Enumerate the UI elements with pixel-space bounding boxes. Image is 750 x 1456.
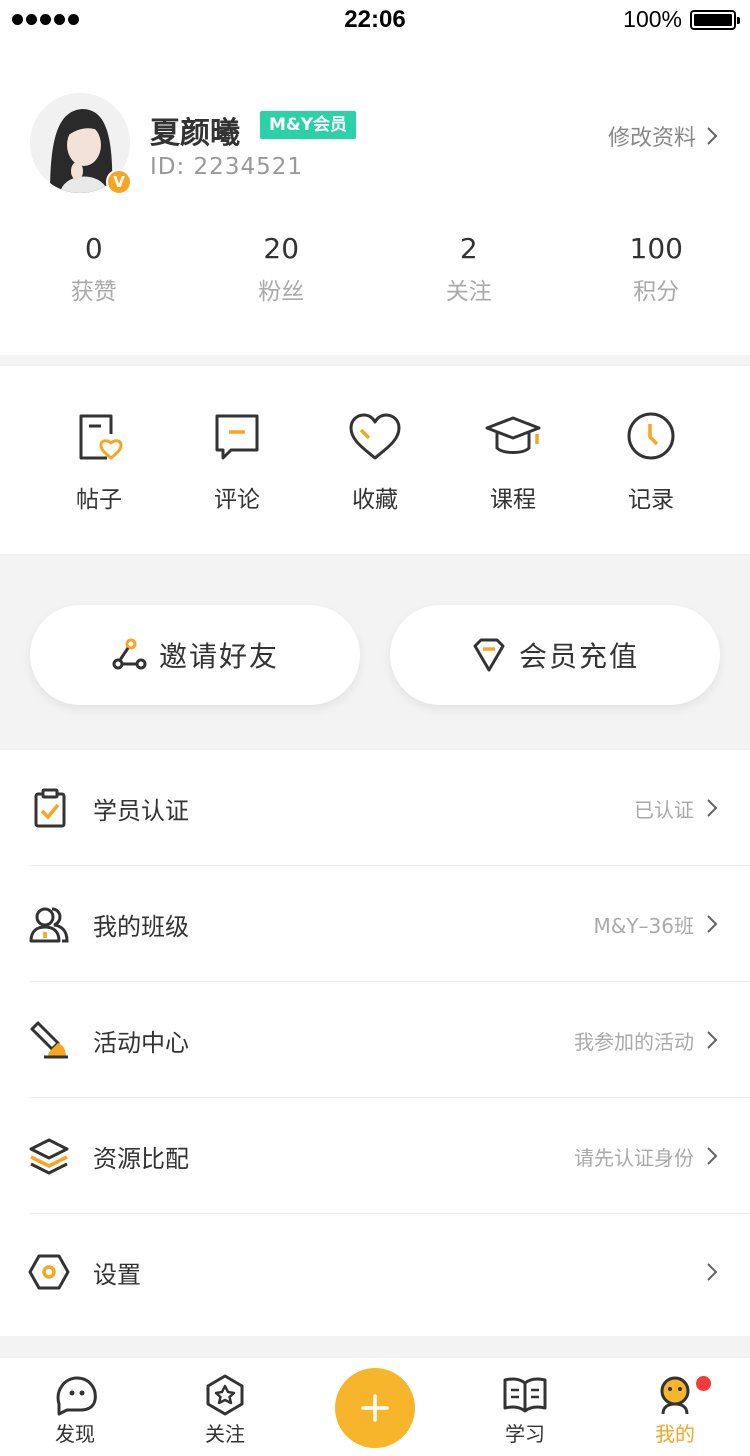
invite-friends-button[interactable]: 邀请好友 xyxy=(30,605,360,705)
avatar[interactable]: V xyxy=(30,93,132,195)
user-id: ID: 2234521 xyxy=(150,154,303,180)
quick-link-history[interactable]: 记录 xyxy=(582,366,720,554)
member-recharge-label: 会员充值 xyxy=(518,640,639,673)
tab-label: 发现 xyxy=(55,1422,95,1446)
menu-item-label: 设置 xyxy=(93,1260,141,1289)
chevron-right-icon xyxy=(707,799,718,817)
tab-label: 关注 xyxy=(205,1422,245,1446)
course-icon xyxy=(485,416,541,454)
plus-icon xyxy=(361,1394,389,1422)
stat-value: 0 xyxy=(84,232,103,265)
quick-link-label: 课程 xyxy=(490,487,536,513)
tab-study[interactable]: 学习 xyxy=(475,1374,575,1447)
quick-link-label: 收藏 xyxy=(352,487,398,513)
tab-me[interactable]: 我的 xyxy=(625,1374,725,1447)
edit-profile-label: 修改资料 xyxy=(607,126,696,151)
battery-icon xyxy=(690,9,740,30)
users-icon xyxy=(29,907,69,943)
quick-link-label: 记录 xyxy=(628,487,674,513)
menu-item-detail: 请先认证身份 xyxy=(574,1142,718,1171)
stat-following[interactable]: 2 关注 xyxy=(375,230,563,306)
stat-label: 获赞 xyxy=(70,279,117,305)
user-name: 夏颜曦 xyxy=(150,116,240,151)
action-section: 邀请好友 会员充值 xyxy=(0,554,750,750)
battery-percent: 100% xyxy=(623,6,682,32)
menu-item-detail: 我参加的活动 xyxy=(574,1026,718,1055)
clipboard-check-icon xyxy=(34,788,66,828)
menu-item-my-class[interactable]: 我的班级 M&Y–36班 xyxy=(0,866,750,982)
menu-item-value: 请先认证身份 xyxy=(574,1145,694,1170)
discover-icon xyxy=(56,1376,97,1416)
vip-member-tag: M&Y会员 xyxy=(260,111,357,139)
settings-hexagon-icon xyxy=(28,1254,70,1290)
quick-link-favorites[interactable]: 收藏 xyxy=(306,366,444,554)
chevron-right-icon xyxy=(707,915,718,933)
stat-likes[interactable]: 0 获赞 xyxy=(0,230,188,306)
chevron-right-icon xyxy=(707,1147,718,1165)
edit-profile-link[interactable]: 修改资料 xyxy=(608,120,718,152)
menu-item-value: 我参加的活动 xyxy=(574,1029,694,1054)
history-clock-icon xyxy=(627,412,675,460)
menu-item-detail: M&Y–36班 xyxy=(593,910,718,939)
menu-item-detail xyxy=(694,1262,718,1282)
stat-value: 20 xyxy=(263,232,300,265)
section-divider xyxy=(0,1336,750,1358)
quick-link-label: 评论 xyxy=(214,487,260,513)
brush-icon xyxy=(30,1021,68,1059)
member-recharge-button[interactable]: 会员充值 xyxy=(390,605,720,705)
stat-label: 积分 xyxy=(633,279,680,305)
menu-item-value: M&Y–36班 xyxy=(593,913,694,938)
book-icon xyxy=(503,1377,547,1413)
settings-menu: 学员认证 已认证 我的班级 M&Y–36班 活动中心 我参加的活动 资源比配 请… xyxy=(0,750,750,1330)
section-divider xyxy=(0,355,750,366)
quick-link-label: 帖子 xyxy=(76,487,122,513)
profile-stats: 0 获赞 20 粉丝 2 关注 100 积分 xyxy=(0,230,750,306)
quick-links: 帖子 评论 收藏 课程 记录 xyxy=(0,366,750,554)
menu-item-label: 活动中心 xyxy=(93,1028,189,1057)
tab-label: 学习 xyxy=(505,1422,545,1446)
tab-label: 我的 xyxy=(655,1422,695,1446)
quick-link-comments[interactable]: 评论 xyxy=(168,366,306,554)
add-post-button[interactable] xyxy=(335,1368,415,1448)
menu-item-activity-center[interactable]: 活动中心 我参加的活动 xyxy=(0,982,750,1098)
menu-item-settings[interactable]: 设置 xyxy=(0,1214,750,1330)
menu-item-verification[interactable]: 学员认证 已认证 xyxy=(0,750,750,866)
stat-value: 100 xyxy=(629,232,683,265)
status-bar: 22:06 100% xyxy=(0,0,750,40)
stat-label: 关注 xyxy=(445,279,492,305)
stat-value: 2 xyxy=(459,232,478,265)
menu-item-label: 资源比配 xyxy=(93,1144,189,1173)
stat-label: 粉丝 xyxy=(258,279,305,305)
battery-status: 100% xyxy=(623,6,740,33)
bottom-tab-bar: 发现 关注 学习 我的 xyxy=(0,1358,750,1456)
quick-link-posts[interactable]: 帖子 xyxy=(30,366,168,554)
share-icon xyxy=(112,638,147,670)
menu-item-resources[interactable]: 资源比配 请先认证身份 xyxy=(0,1098,750,1214)
layers-icon xyxy=(29,1138,69,1175)
me-icon xyxy=(660,1376,690,1415)
diamond-icon xyxy=(473,638,505,672)
chevron-right-icon xyxy=(707,1031,718,1049)
chevron-right-icon xyxy=(707,1263,718,1281)
follow-star-icon xyxy=(206,1374,244,1416)
menu-item-value: 已认证 xyxy=(634,797,694,822)
invite-friends-label: 邀请好友 xyxy=(158,640,279,673)
verified-badge: V xyxy=(106,169,132,195)
stat-points[interactable]: 100 积分 xyxy=(563,230,750,306)
menu-item-label: 我的班级 xyxy=(93,912,189,941)
comment-icon xyxy=(215,414,259,460)
favorite-icon xyxy=(349,413,401,460)
quick-link-courses[interactable]: 课程 xyxy=(444,366,582,554)
chevron-right-icon xyxy=(707,127,718,145)
menu-item-label: 学员认证 xyxy=(93,796,189,825)
stat-fans[interactable]: 20 粉丝 xyxy=(188,230,376,306)
tab-follow[interactable]: 关注 xyxy=(175,1374,275,1447)
menu-item-detail: 已认证 xyxy=(634,794,718,823)
tab-discover[interactable]: 发现 xyxy=(25,1374,125,1447)
notification-dot xyxy=(696,1376,711,1391)
profile-header: V 夏颜曦 M&Y会员 ID: 2234521 修改资料 0 获赞 20 粉丝 … xyxy=(0,40,750,355)
post-icon xyxy=(79,414,123,460)
